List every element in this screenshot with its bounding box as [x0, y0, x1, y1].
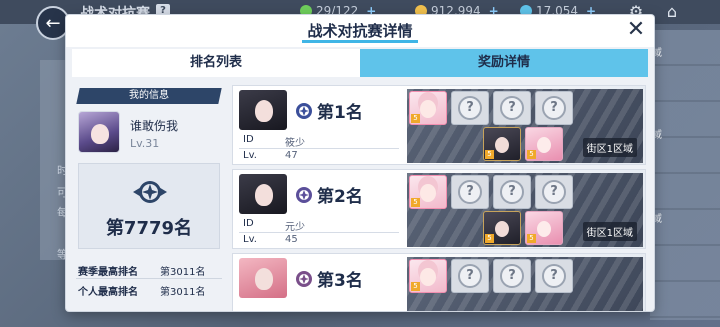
personal-best-rank-label: 个人最高排名: [78, 287, 138, 298]
question-mark-icon: ?: [542, 264, 566, 288]
player-level-value: 45: [285, 234, 298, 245]
player-id-label: ID: [243, 218, 254, 229]
back-button[interactable]: ←: [36, 6, 70, 40]
player-id-value: 筱少: [285, 138, 305, 149]
personal-best-rank-value: 第3011名: [160, 287, 206, 298]
question-mark-icon: ?: [458, 96, 482, 120]
ranking-list[interactable]: 第1名 ID 筱少 Lv. 47 5 ? ? ? 5 5 街区1区域 第2名 I…: [232, 85, 646, 311]
divider: [239, 232, 399, 233]
zone-tag: 街区1区域: [582, 222, 637, 241]
avatar: [239, 90, 287, 130]
unit-portrait: 5: [409, 175, 447, 209]
season-best-rank-value: 第3011名: [160, 267, 206, 278]
my-info-header: 我的信息: [76, 88, 222, 104]
close-button[interactable]: ✕: [624, 19, 648, 43]
my-info-panel: 我的信息 谁敢伤我 Lv.31 第7779名 赛季最高排名 第3011名 个人最…: [76, 85, 222, 307]
title-underline: [302, 40, 418, 43]
my-rank-box: 第7779名: [78, 163, 220, 249]
zone-tag: 街区1区域: [582, 138, 637, 157]
modal-header: 战术对抗赛详情 ✕: [66, 15, 654, 47]
modal-title: 战术对抗赛详情: [307, 22, 413, 40]
tactical-match-details-modal: 战术对抗赛详情 ✕ 排名列表 奖励详情 我的信息 谁敢伤我 Lv.31 第777…: [66, 15, 654, 311]
personal-best-rank-row: 个人最高排名 第3011名: [76, 281, 222, 299]
question-mark-icon: ?: [458, 180, 482, 204]
modal-tabs: 排名列表 奖励详情: [72, 49, 648, 77]
player-level-value: 47: [285, 150, 298, 161]
home-icon: ⌂: [666, 2, 678, 21]
player-level-label: Lv.: [243, 150, 257, 161]
avatar: [239, 174, 287, 214]
rank-position: 第1名: [317, 103, 363, 123]
empty-unit-slot: ?: [451, 259, 489, 293]
unit-portrait: 5: [525, 211, 563, 245]
empty-unit-slot: ?: [535, 175, 573, 209]
divider: [239, 148, 399, 149]
question-mark-icon: ?: [500, 264, 524, 288]
team-lineup: 5 ? ? ? 5 5 街区1区域: [407, 89, 643, 163]
rank-emblem-icon: [133, 181, 167, 203]
ranking-row[interactable]: 第1名 ID 筱少 Lv. 47 5 ? ? ? 5 5 街区1区域: [232, 85, 646, 165]
player-id-label: ID: [243, 134, 254, 145]
question-mark-icon: ?: [542, 96, 566, 120]
season-best-rank-row: 赛季最高排名 第3011名: [76, 261, 222, 279]
unit-portrait: 5: [483, 127, 521, 161]
player-level: Lv.31: [130, 137, 160, 150]
question-mark-icon: ?: [542, 180, 566, 204]
my-rank-value: 第7779名: [105, 218, 193, 239]
season-best-rank-label: 赛季最高排名: [78, 267, 138, 278]
rank-emblem-icon: [296, 271, 312, 287]
question-mark-icon: ?: [458, 264, 482, 288]
ranking-row[interactable]: 第2名 ID 元少 Lv. 45 5 ? ? ? 5 5 街区1区域: [232, 169, 646, 249]
empty-unit-slot: ?: [535, 259, 573, 293]
background-right-panel: [650, 30, 720, 320]
question-mark-icon: ?: [500, 180, 524, 204]
unit-portrait: 5: [483, 211, 521, 245]
player-id-value: 元少: [285, 222, 305, 233]
home-button[interactable]: ⌂: [662, 2, 682, 22]
player-level-label: Lv.: [243, 234, 257, 245]
player-name: 谁敢伤我: [130, 119, 179, 133]
empty-unit-slot: ?: [535, 91, 573, 125]
question-mark-icon: ?: [500, 96, 524, 120]
rank-position: 第2名: [317, 187, 363, 207]
close-icon: ✕: [626, 17, 646, 42]
empty-unit-slot: ?: [451, 91, 489, 125]
empty-unit-slot: ?: [451, 175, 489, 209]
avatar: [239, 258, 287, 298]
rank-emblem-icon: [296, 103, 312, 119]
unit-portrait: 5: [525, 127, 563, 161]
ranking-row[interactable]: 第3名 5 ? ? ?: [232, 253, 646, 311]
unit-portrait: 5: [409, 91, 447, 125]
rank-position: 第3名: [317, 271, 363, 291]
empty-unit-slot: ?: [493, 91, 531, 125]
unit-portrait: 5: [409, 259, 447, 293]
tab-ranking-list[interactable]: 排名列表: [72, 49, 360, 77]
empty-unit-slot: ?: [493, 259, 531, 293]
rank-emblem-icon: [296, 187, 312, 203]
team-lineup: 5 ? ? ?: [407, 257, 643, 311]
avatar: [78, 111, 120, 153]
back-arrow-icon: ←: [45, 12, 61, 34]
tab-reward-details[interactable]: 奖励详情: [360, 49, 648, 77]
empty-unit-slot: ?: [493, 175, 531, 209]
team-lineup: 5 ? ? ? 5 5 街区1区域: [407, 173, 643, 247]
